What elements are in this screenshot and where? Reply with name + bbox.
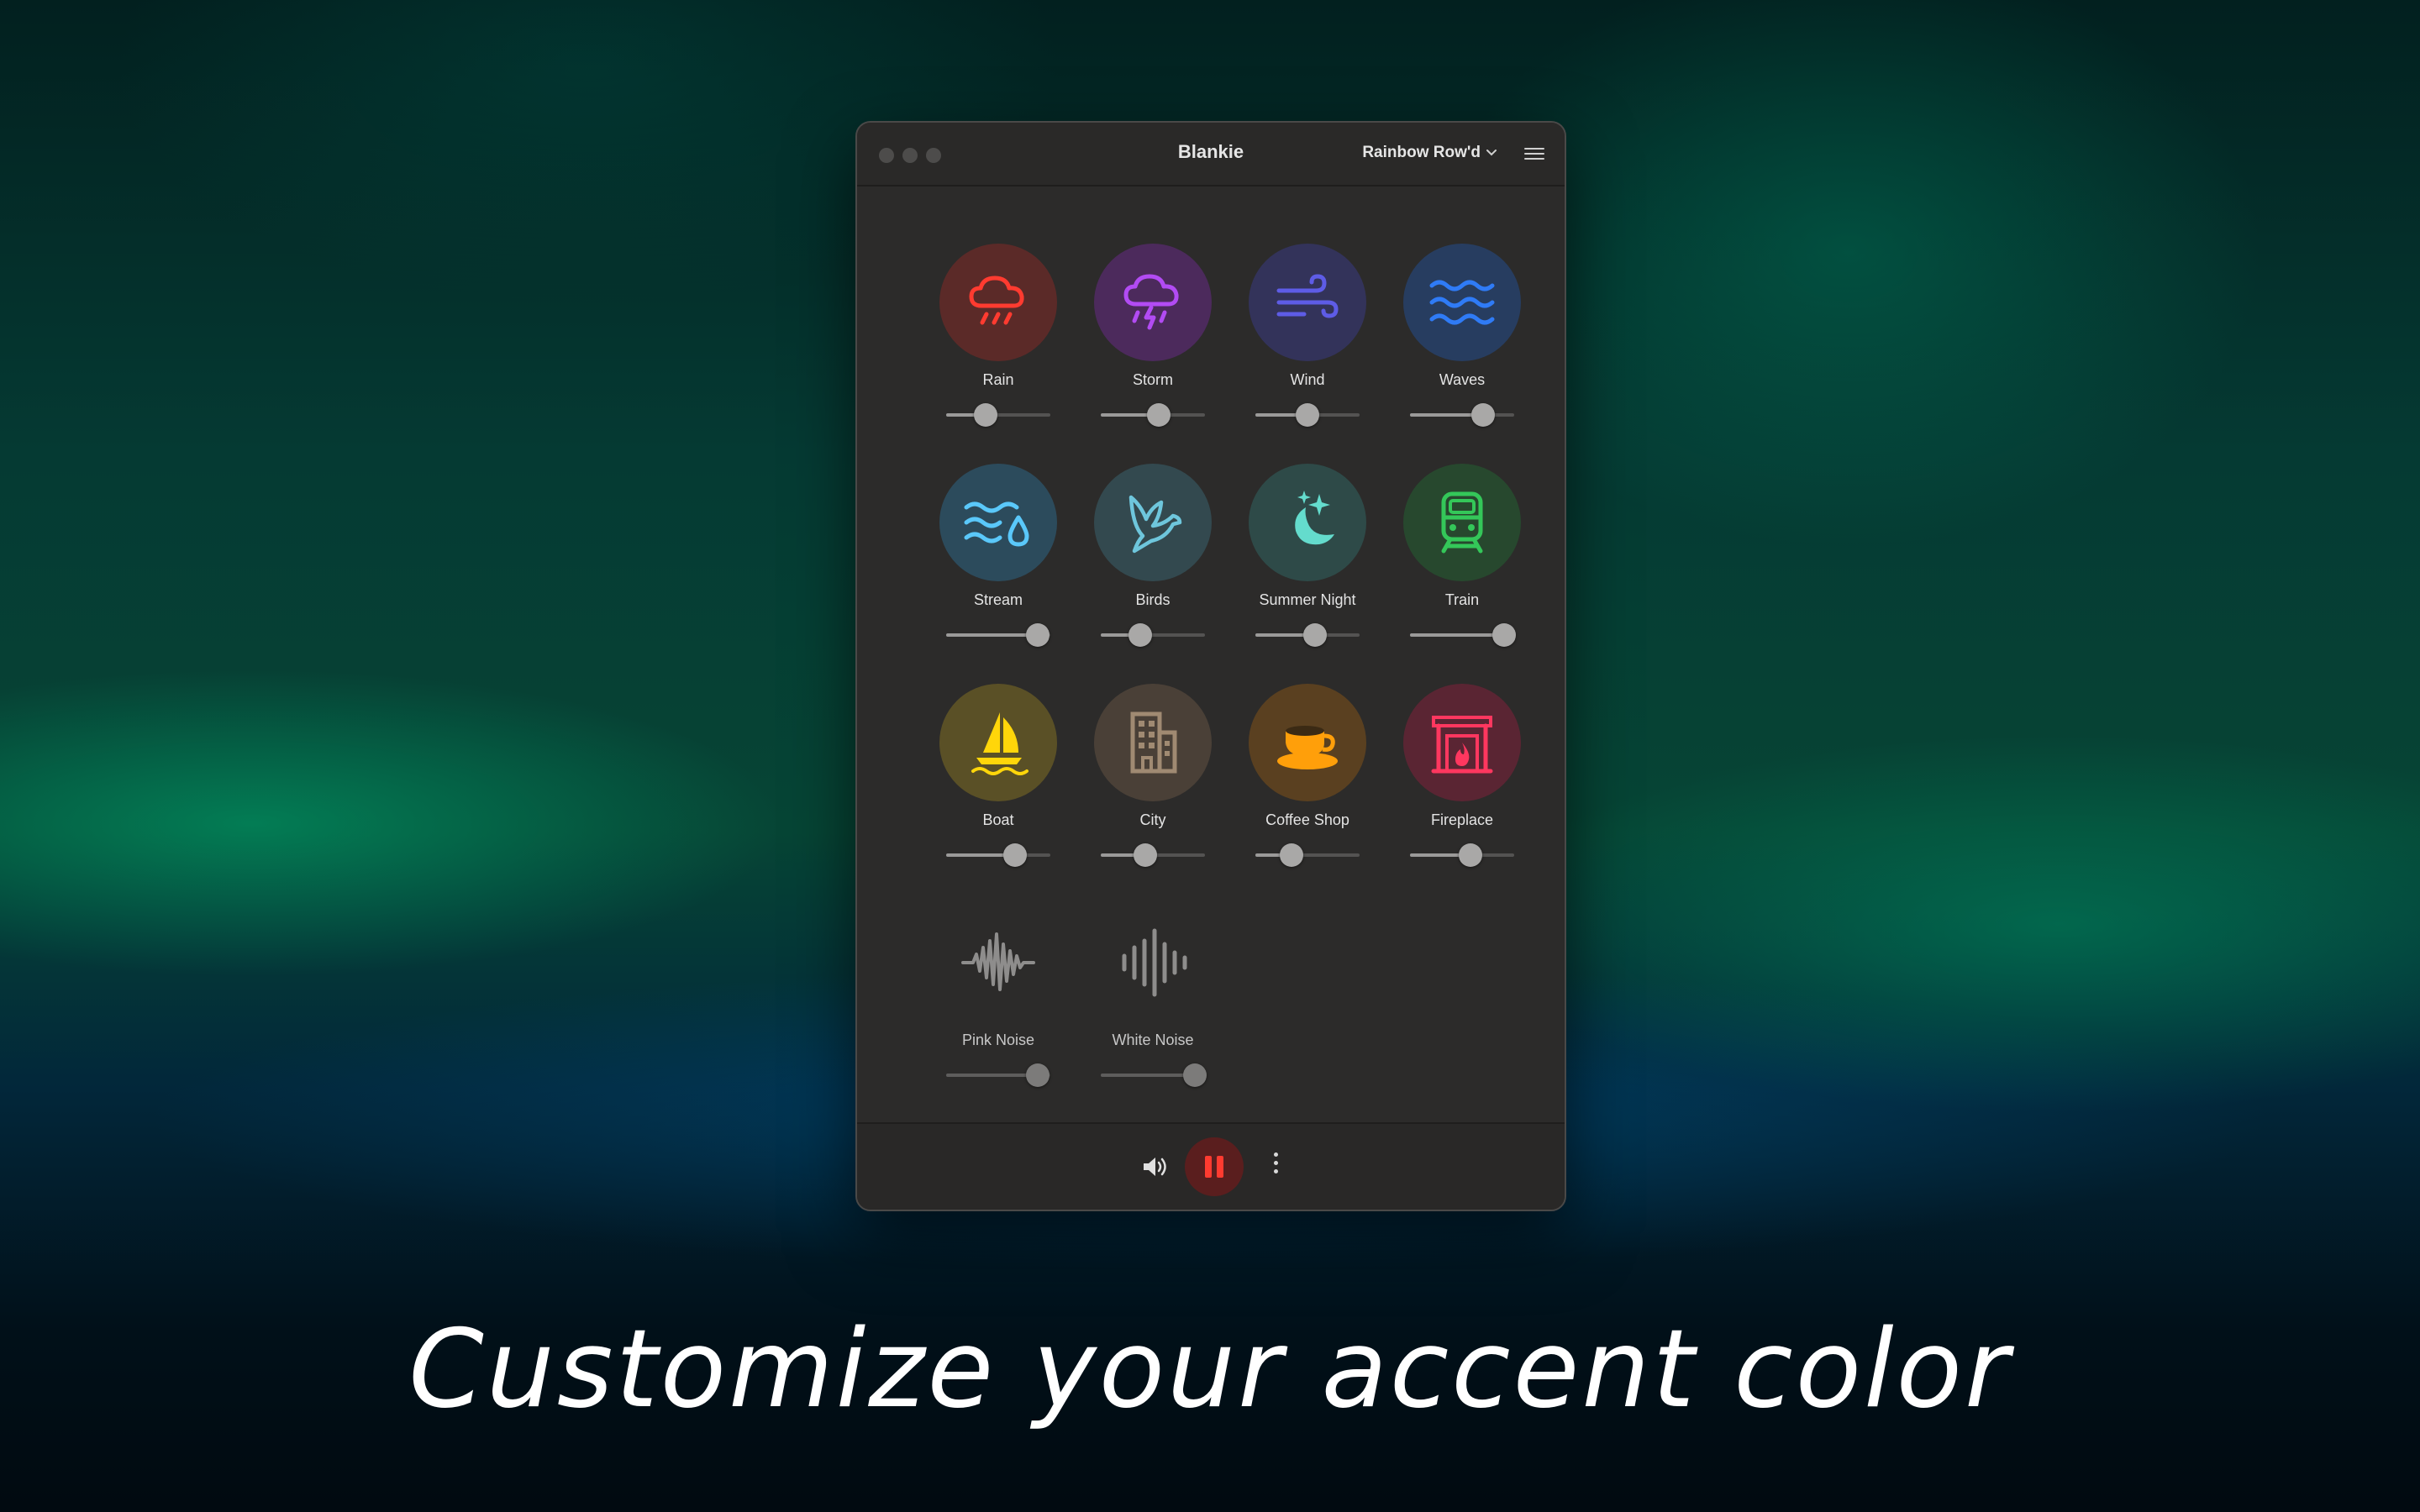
sailboat-icon xyxy=(971,712,1028,775)
pause-icon xyxy=(1205,1156,1212,1178)
bird-icon xyxy=(1128,495,1182,554)
sound-label: Coffee Shop xyxy=(1265,811,1349,828)
volume-slider[interactable] xyxy=(1410,843,1514,867)
volume-slider[interactable] xyxy=(946,403,1050,427)
sound-toggle-button[interactable] xyxy=(939,244,1057,361)
volume-slider[interactable] xyxy=(1101,623,1205,647)
sound-label: Stream xyxy=(973,591,1023,608)
sound-toggle-button[interactable] xyxy=(1094,904,1212,1021)
sound-toggle-button[interactable] xyxy=(939,904,1057,1021)
moon-stars-icon xyxy=(1295,491,1334,545)
waves-icon xyxy=(1429,280,1495,325)
slider-knob[interactable] xyxy=(1002,843,1027,867)
more-vertical-icon[interactable] xyxy=(1272,1152,1279,1181)
building-icon xyxy=(1130,711,1177,774)
slider-knob[interactable] xyxy=(1280,843,1304,867)
volume-slider[interactable] xyxy=(946,843,1050,867)
hamburger-menu-icon[interactable] xyxy=(1524,148,1544,163)
sound-toggle-button[interactable] xyxy=(939,464,1057,581)
coffee-cup-icon xyxy=(1277,726,1338,769)
slider-knob[interactable] xyxy=(1458,843,1482,867)
pink-noise-waveform-icon xyxy=(961,932,1035,991)
preset-selector[interactable]: Rainbow Row'd xyxy=(1362,144,1497,162)
volume-slider[interactable] xyxy=(946,1063,1050,1087)
sound-toggle-button[interactable] xyxy=(939,684,1057,801)
volume-slider[interactable] xyxy=(1255,843,1360,867)
volume-slider[interactable] xyxy=(1410,623,1516,647)
volume-slider[interactable] xyxy=(1101,1063,1207,1087)
fireplace-icon xyxy=(1431,716,1493,774)
storm-cloud-icon xyxy=(1123,274,1179,330)
sound-label: Train xyxy=(1444,591,1480,608)
pause-button[interactable] xyxy=(1185,1137,1244,1196)
sound-tile-wind[interactable]: Wind xyxy=(1230,244,1385,445)
title-bar: Blankie Rainbow Row'd xyxy=(857,123,1565,186)
sound-toggle-button[interactable] xyxy=(1249,464,1366,581)
sound-toggle-button[interactable] xyxy=(1403,684,1521,801)
sound-tile-storm[interactable]: Storm xyxy=(1076,244,1230,445)
slider-knob[interactable] xyxy=(1134,843,1158,867)
sound-toggle-button[interactable] xyxy=(1094,244,1212,361)
slider-knob[interactable] xyxy=(1128,623,1153,647)
slider-knob[interactable] xyxy=(1026,1063,1050,1087)
sound-tile-coffee-shop[interactable]: Coffee Shop xyxy=(1230,684,1385,885)
volume-slider[interactable] xyxy=(1410,403,1514,427)
sound-toggle-button[interactable] xyxy=(1094,464,1212,581)
sound-label: Wind xyxy=(1290,371,1325,388)
volume-slider[interactable] xyxy=(1255,623,1360,647)
sound-label: White Noise xyxy=(1112,1032,1194,1048)
sound-tile-waves[interactable]: Waves xyxy=(1385,244,1539,445)
volume-slider[interactable] xyxy=(1101,843,1205,867)
stream-drop-icon xyxy=(964,501,1029,547)
rain-cloud-icon xyxy=(969,276,1024,325)
slider-knob[interactable] xyxy=(1147,403,1171,427)
sound-tile-train[interactable]: Train xyxy=(1385,464,1539,665)
sound-tile-city[interactable]: City xyxy=(1076,684,1230,885)
chevron-down-icon xyxy=(1486,150,1497,156)
sound-toggle-button[interactable] xyxy=(1249,244,1366,361)
slider-knob[interactable] xyxy=(1470,403,1495,427)
slider-knob[interactable] xyxy=(1026,623,1050,647)
slider-knob[interactable] xyxy=(1491,623,1516,647)
volume-slider[interactable] xyxy=(946,623,1050,647)
speaker-icon[interactable] xyxy=(1141,1154,1170,1179)
preset-label: Rainbow Row'd xyxy=(1362,144,1481,161)
sound-toggle-button[interactable] xyxy=(1403,244,1521,361)
sound-label: Storm xyxy=(1132,371,1173,388)
sound-label: Waves xyxy=(1439,371,1486,388)
volume-slider[interactable] xyxy=(1255,403,1360,427)
sound-tile-pink-noise[interactable]: Pink Noise xyxy=(921,904,1076,1105)
sound-toggle-button[interactable] xyxy=(1094,684,1212,801)
sound-label: Rain xyxy=(982,371,1014,388)
train-icon xyxy=(1441,491,1483,554)
sound-label: Birds xyxy=(1135,591,1171,608)
sound-label: Fireplace xyxy=(1430,811,1494,828)
sound-label: Pink Noise xyxy=(961,1032,1035,1048)
sound-tile-white-noise[interactable]: White Noise xyxy=(1076,904,1230,1105)
slider-knob[interactable] xyxy=(1302,623,1327,647)
sound-tile-stream[interactable]: Stream xyxy=(921,464,1076,665)
app-window: Blankie Rainbow Row'd Rain Storm Wind Waves… xyxy=(855,121,1566,1211)
sound-label: City xyxy=(1139,811,1166,828)
sound-label: Summer Night xyxy=(1259,591,1356,608)
sound-toggle-button[interactable] xyxy=(1403,464,1521,581)
marketing-caption: Customize your accent color xyxy=(408,1307,2012,1432)
slider-knob[interactable] xyxy=(1296,403,1319,427)
slider-knob[interactable] xyxy=(1182,1063,1207,1087)
wind-icon xyxy=(1276,274,1339,318)
sound-tile-fireplace[interactable]: Fireplace xyxy=(1385,684,1539,885)
playback-bar xyxy=(857,1122,1565,1210)
sound-tile-rain[interactable]: Rain xyxy=(921,244,1076,445)
volume-slider[interactable] xyxy=(1101,403,1205,427)
sound-label: Boat xyxy=(982,811,1014,828)
slider-knob[interactable] xyxy=(974,403,998,427)
sound-tile-boat[interactable]: Boat xyxy=(921,684,1076,885)
sound-tile-summer-night[interactable]: Summer Night xyxy=(1230,464,1385,665)
sound-tile-birds[interactable]: Birds xyxy=(1076,464,1230,665)
sound-toggle-button[interactable] xyxy=(1249,684,1366,801)
white-noise-waveform-icon xyxy=(1122,928,1187,997)
